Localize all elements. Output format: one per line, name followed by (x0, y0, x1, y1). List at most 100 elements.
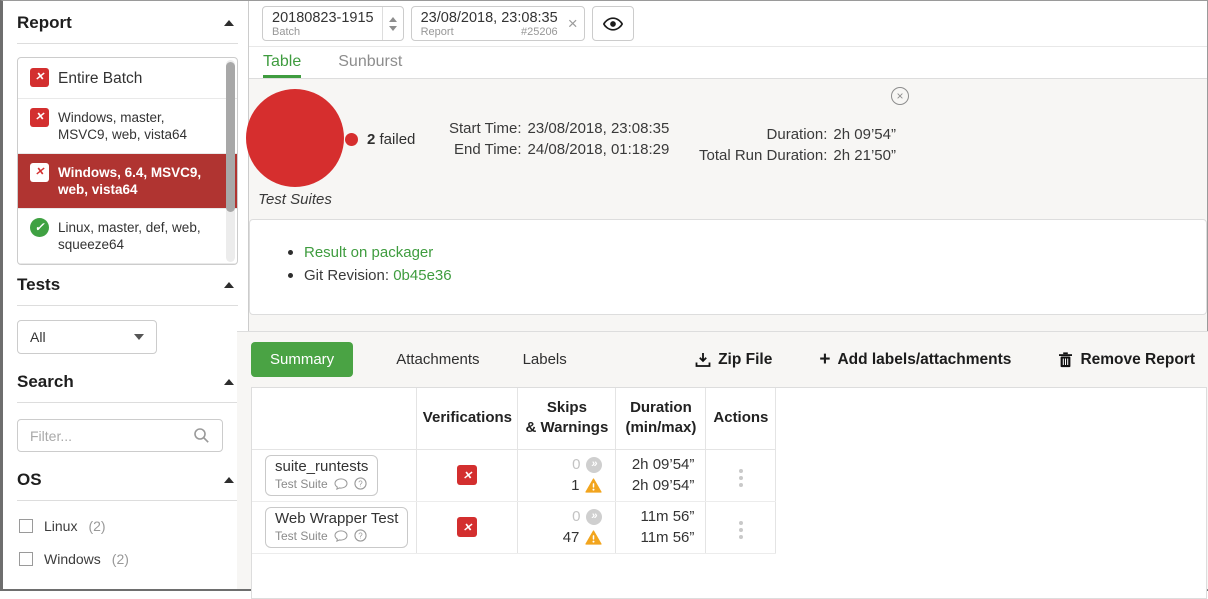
comment-icon[interactable] (334, 530, 348, 542)
skips-line: 0 » (518, 454, 602, 475)
scrollbar-thumb[interactable] (226, 62, 235, 212)
pie-caption: Test Suites (235, 191, 355, 208)
labels-tab[interactable]: Labels (523, 351, 567, 368)
divider (17, 305, 238, 306)
section-header-tests[interactable]: Tests (17, 275, 240, 295)
table-row: Web Wrapper Test Test Suite (252, 501, 776, 553)
section-title-os: OS (17, 470, 42, 490)
tab-sunburst[interactable]: Sunburst (338, 53, 402, 78)
section-title-tests: Tests (17, 275, 60, 295)
batch-spinner[interactable] (382, 7, 403, 40)
view-tabs: Table Sunburst (249, 47, 1207, 79)
os-option-linux: Linux (2) (19, 518, 238, 534)
row-actions-menu[interactable] (736, 466, 746, 490)
suite-chip[interactable]: suite_runtests Test Suite (265, 455, 378, 496)
report-item-linux-master[interactable]: ✓ Linux, master, def, web, squeeze64 (18, 209, 237, 264)
plus-icon: + (819, 350, 830, 369)
attachments-tab[interactable]: Attachments (396, 351, 479, 368)
failed-status-icon: ✕ (30, 68, 49, 87)
failed-status-icon: ✕ (30, 163, 49, 182)
section-title-search: Search (17, 372, 74, 392)
top-toolbar: 20180823-1915 Batch 23/08/2018, 23:08:35… (249, 1, 1207, 47)
suite-chip[interactable]: Web Wrapper Test Test Suite (265, 507, 408, 548)
zip-file-button[interactable]: Zip File (695, 351, 772, 369)
clear-report-icon[interactable]: × (566, 15, 584, 32)
os-option-count: (2) (88, 518, 105, 534)
svg-text:?: ? (358, 531, 363, 540)
header-actions: Actions (706, 388, 776, 449)
spinner-down-icon (389, 26, 397, 31)
list-item-packager: Result on packager (288, 241, 1206, 264)
eye-icon (603, 17, 623, 31)
result-on-packager-link[interactable]: Result on packager (304, 241, 433, 264)
windows-checkbox[interactable] (19, 552, 33, 566)
warning-icon (585, 478, 602, 493)
duration-min: 11m 56” (616, 506, 694, 527)
help-icon[interactable]: ? (354, 529, 367, 542)
report-info-panel: Result on packager Git Revision: 0b45e36 (249, 219, 1207, 315)
report-item-label: Entire Batch (58, 70, 142, 87)
divider (17, 500, 238, 501)
table-header-row: Verifications Skips & Warnings Duration … (252, 388, 776, 449)
header-name (252, 388, 417, 449)
section-header-search[interactable]: Search (17, 372, 240, 392)
report-item-entire-batch[interactable]: ✕ Entire Batch (18, 58, 237, 99)
add-labels-attachments-button[interactable]: + Add labels/attachments (819, 350, 1011, 369)
warnings-line: 47 (518, 527, 602, 548)
row-actions-menu[interactable] (736, 518, 746, 542)
results-table: Verifications Skips & Warnings Duration … (252, 388, 776, 554)
collapse-caret-icon (224, 20, 234, 26)
remove-report-button[interactable]: Remove Report (1058, 351, 1195, 369)
start-time-value: 23/08/2018, 23:08:35 (528, 120, 670, 137)
batch-selector-body: 20180823-1915 Batch (263, 7, 382, 40)
view-report-button[interactable] (592, 6, 634, 41)
close-summary-icon[interactable]: × (891, 87, 909, 105)
section-title-report: Report (17, 13, 72, 33)
verification-failed-icon: ✕ (457, 465, 477, 485)
skips-icon: » (586, 457, 602, 473)
help-icon[interactable]: ? (354, 477, 367, 490)
report-item-label: Linux, master, def, web, squeeze64 (58, 219, 213, 253)
batch-label: Batch (272, 26, 300, 38)
report-selector-body: 23/08/2018, 23:08:35 Report #25206 (412, 7, 566, 40)
summary-tab-button[interactable]: Summary (251, 342, 353, 377)
app-window: Report ✕ Entire Batch ✕ Windows, master,… (0, 0, 1208, 591)
suite-name: suite_runtests (275, 458, 368, 475)
time-summary: Start Time: 23/08/2018, 23:08:35 End Tim… (449, 120, 669, 158)
report-item-windows-64-selected[interactable]: ✕ Windows, 6.4, MSVC9, web, vista64 (18, 154, 237, 209)
failed-count: 2 (367, 131, 375, 148)
scrollbar-track (226, 60, 235, 262)
start-time-label: Start Time: (449, 120, 522, 137)
chevron-down-icon (134, 334, 144, 340)
svg-text:?: ? (358, 479, 363, 488)
search-filter-box (17, 419, 223, 452)
comment-icon[interactable] (334, 478, 348, 490)
batch-selector[interactable]: 20180823-1915 Batch (262, 6, 404, 41)
os-option-label: Linux (44, 518, 77, 534)
sidebar: Report ✕ Entire Batch ✕ Windows, master,… (3, 1, 249, 589)
report-actions-bar: Summary Attachments Labels Zip File + (251, 339, 1207, 380)
linux-checkbox[interactable] (19, 519, 33, 533)
search-input[interactable] (30, 428, 180, 444)
report-item-windows-master[interactable]: ✕ Windows, master, MSVC9, web, vista64 (18, 99, 237, 154)
report-content: Test Suites 2 failed Start Time: 23/08/2… (249, 79, 1207, 589)
total-duration-value: 2h 21’50” (833, 147, 896, 164)
header-verifications: Verifications (417, 388, 518, 449)
warning-icon (585, 530, 602, 545)
git-revision-label: Git Revision: (304, 267, 389, 284)
report-list: ✕ Entire Batch ✕ Windows, master, MSVC9,… (17, 57, 238, 265)
git-revision-link[interactable]: 0b45e36 (393, 267, 451, 284)
section-header-report[interactable]: Report (17, 13, 240, 33)
collapse-caret-icon (224, 477, 234, 483)
tab-table[interactable]: Table (263, 53, 301, 78)
failed-status-icon: ✕ (30, 108, 49, 127)
os-option-count: (2) (112, 551, 129, 567)
total-duration-label: Total Run Duration: (699, 147, 827, 164)
tests-filter-select[interactable]: All (17, 320, 157, 354)
duration-max: 11m 56” (616, 527, 694, 548)
duration-label: Duration: (699, 126, 827, 143)
report-selector[interactable]: 23/08/2018, 23:08:35 Report #25206 × (411, 6, 585, 41)
failed-label: failed (380, 131, 416, 148)
section-header-os[interactable]: OS (17, 470, 240, 490)
header-duration: Duration (min/max) (616, 388, 706, 449)
